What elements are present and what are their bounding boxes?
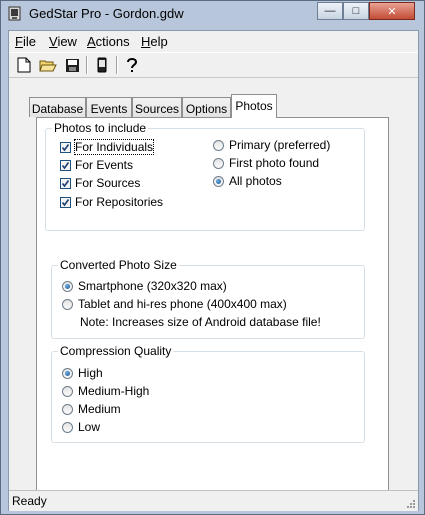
- radio-label: Medium-High: [78, 384, 150, 398]
- device-button[interactable]: [92, 55, 112, 75]
- radio-label: Tablet and hi-res phone (400x400 max): [78, 297, 287, 311]
- radio-label: High: [78, 366, 103, 380]
- radio-quality-low[interactable]: Low: [62, 420, 100, 434]
- new-button[interactable]: [14, 55, 34, 75]
- save-disk-icon: [65, 58, 79, 72]
- checkbox-label: For Repositories: [75, 195, 164, 209]
- tab-photos[interactable]: Photos: [231, 94, 277, 118]
- group-title: Photos to include: [52, 121, 149, 135]
- tab-sources[interactable]: Sources: [132, 97, 182, 117]
- checkbox-checked-icon: [60, 196, 71, 208]
- maximize-button[interactable]: □: [343, 2, 369, 20]
- photos-to-include-group: Photos to include For Individuals For Ev…: [45, 121, 365, 231]
- checkbox-for-sources[interactable]: For Sources: [60, 176, 140, 190]
- status-bar: Ready: [9, 490, 418, 511]
- help-button[interactable]: [122, 55, 142, 75]
- help-icon: [127, 57, 138, 72]
- radio-unselected-icon: [62, 403, 73, 415]
- radio-label: Smartphone (320x320 max): [78, 279, 227, 293]
- converted-photo-size-group: Converted Photo Size Smartphone (320x320…: [51, 258, 365, 339]
- client-area: File View Actions Help Database Events S…: [8, 30, 419, 511]
- new-file-icon: [17, 57, 31, 73]
- compression-quality-group: Compression Quality High Medium-High Med…: [51, 344, 365, 443]
- menu-help[interactable]: Help: [141, 34, 168, 49]
- radio-label: Low: [78, 420, 101, 434]
- radio-label: First photo found: [229, 156, 320, 170]
- menu-file[interactable]: File: [15, 34, 36, 49]
- checkbox-checked-icon: [60, 141, 71, 153]
- toolbar-separator: [116, 56, 118, 74]
- radio-selected-icon: [213, 175, 224, 187]
- radio-unselected-icon: [62, 385, 73, 397]
- group-title: Converted Photo Size: [58, 258, 179, 272]
- window-title: GedStar Pro - Gordon.gdw: [29, 6, 184, 21]
- radio-label: All photos: [229, 174, 282, 188]
- radio-label: Medium: [78, 402, 121, 416]
- menu-actions[interactable]: Actions: [87, 34, 130, 49]
- checkbox-checked-icon: [60, 159, 71, 171]
- checkbox-for-repositories[interactable]: For Repositories: [60, 195, 163, 209]
- open-button[interactable]: [38, 55, 58, 75]
- radio-tablet-hi-res[interactable]: Tablet and hi-res phone (400x400 max): [62, 297, 287, 311]
- radio-unselected-icon: [213, 139, 224, 151]
- radio-quality-medium[interactable]: Medium: [62, 402, 121, 416]
- radio-smartphone[interactable]: Smartphone (320x320 max): [62, 279, 227, 293]
- checkbox-checked-icon: [60, 177, 71, 189]
- tab-database[interactable]: Database: [29, 97, 86, 117]
- checkbox-label: For Sources: [75, 176, 141, 190]
- tab-options[interactable]: Options: [182, 97, 231, 117]
- checkbox-label: For Events: [75, 158, 134, 172]
- toolbar: [9, 52, 418, 78]
- radio-selected-icon: [62, 280, 73, 292]
- radio-primary-preferred[interactable]: Primary (preferred): [213, 138, 330, 152]
- note-text: Note: Increases size of Android database…: [80, 315, 321, 329]
- close-icon: ✕: [387, 5, 397, 18]
- menu-bar: File View Actions Help: [9, 31, 418, 51]
- radio-quality-medium-high[interactable]: Medium-High: [62, 384, 149, 398]
- resize-grip-icon[interactable]: [406, 499, 416, 509]
- photos-tab-panel: Photos to include For Individuals For Ev…: [36, 117, 389, 494]
- menu-view[interactable]: View: [49, 34, 77, 49]
- checkbox-label: For Individuals: [73, 139, 155, 155]
- tab-strip: Database Events Sources Options Photos: [29, 94, 389, 118]
- group-title: Compression Quality: [58, 344, 174, 358]
- radio-quality-high[interactable]: High: [62, 366, 103, 380]
- checkbox-for-events[interactable]: For Events: [60, 158, 133, 172]
- minimize-icon: —: [324, 5, 336, 17]
- tab-events[interactable]: Events: [86, 97, 132, 117]
- radio-unselected-icon: [62, 421, 73, 433]
- minimize-button[interactable]: —: [317, 2, 343, 20]
- open-folder-icon: [39, 60, 57, 71]
- checkbox-for-individuals[interactable]: For Individuals: [60, 139, 155, 155]
- radio-first-photo-found[interactable]: First photo found: [213, 156, 319, 170]
- phone-device-icon: [97, 57, 107, 73]
- app-icon: [8, 6, 21, 21]
- main-window: GedStar Pro - Gordon.gdw — □ ✕ File View…: [0, 0, 425, 515]
- status-text: Ready: [12, 494, 47, 508]
- radio-selected-icon: [62, 367, 73, 379]
- radio-unselected-icon: [213, 157, 224, 169]
- title-bar[interactable]: GedStar Pro - Gordon.gdw — □ ✕: [1, 1, 424, 27]
- radio-all-photos[interactable]: All photos: [213, 174, 282, 188]
- android-size-note: Note: Increases size of Android database…: [80, 315, 321, 329]
- radio-unselected-icon: [62, 298, 73, 310]
- maximize-icon: □: [352, 5, 360, 17]
- close-button[interactable]: ✕: [369, 2, 415, 20]
- save-button[interactable]: [62, 55, 82, 75]
- toolbar-separator: [86, 56, 88, 74]
- radio-label: Primary (preferred): [229, 138, 331, 152]
